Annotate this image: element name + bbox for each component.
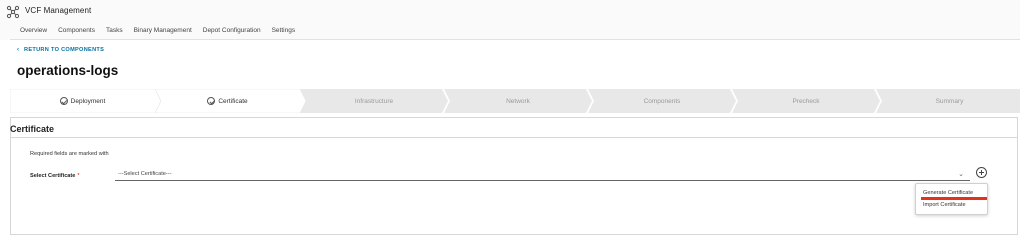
nav-item-binary-management[interactable]: Binary Management: [134, 27, 192, 34]
required-marker: *: [77, 173, 80, 179]
select-certificate-value: ---Select Certificate---: [118, 171, 172, 177]
step-label: Deployment: [70, 97, 106, 105]
certificate-panel-title: Certificate: [10, 124, 55, 134]
nav-item-depot-configuration[interactable]: Depot Configuration: [203, 27, 261, 34]
select-certificate-label-text: Select Certificate: [30, 173, 76, 179]
check-circle-icon: [207, 97, 216, 105]
chevron-left-icon[interactable]: ‹: [17, 47, 19, 53]
import-certificate-menu-item[interactable]: Import Certificate: [923, 202, 966, 208]
top-nav: Overview Components Tasks Binary Managem…: [20, 27, 306, 34]
wizard-stepper: Deployment Certificate Infrastructure Ne…: [10, 89, 1020, 113]
vmware-logo-icon: [6, 5, 20, 19]
step-label: Summary: [935, 97, 964, 105]
step-certificate[interactable]: Certificate: [155, 89, 300, 113]
generate-certificate-menu-item[interactable]: Generate Certificate: [923, 190, 973, 196]
step-network: Network: [447, 89, 589, 113]
step-label: Precheck: [792, 97, 820, 105]
check-circle-icon: [59, 97, 68, 105]
step-precheck: Precheck: [735, 89, 877, 113]
select-certificate-dropdown[interactable]: ---Select Certificate--- ⌄: [115, 169, 970, 181]
header-divider: [10, 39, 1020, 40]
step-label: Network: [506, 97, 530, 105]
nav-item-tasks[interactable]: Tasks: [106, 27, 123, 34]
add-certificate-button[interactable]: [976, 167, 987, 178]
certificate-action-menu: Generate Certificate Import Certificate: [915, 183, 988, 215]
return-to-components-link[interactable]: RETURN TO COMPONENTS: [24, 47, 104, 53]
app-header: VCF Management Overview Components Tasks…: [0, 0, 1020, 40]
step-label: Certificate: [218, 97, 248, 105]
step-label: Infrastructure: [354, 97, 394, 105]
step-deployment[interactable]: Deployment: [10, 89, 155, 113]
highlight-underline: [921, 197, 987, 200]
step-summary: Summary: [879, 89, 1020, 113]
nav-item-settings[interactable]: Settings: [272, 27, 296, 34]
step-infrastructure: Infrastructure: [303, 89, 445, 113]
panel-divider: [11, 137, 1017, 138]
step-label: Components: [643, 97, 681, 105]
select-certificate-label: Select Certificate *: [30, 173, 80, 179]
step-components: Components: [591, 89, 733, 113]
page-title: operations-logs: [17, 63, 119, 78]
nav-item-components[interactable]: Components: [58, 27, 95, 34]
chevron-down-icon: ⌄: [958, 171, 964, 178]
required-fields-note: Required fields are marked with: [30, 151, 109, 157]
app-title: VCF Management: [25, 6, 92, 15]
nav-item-overview[interactable]: Overview: [20, 27, 47, 34]
